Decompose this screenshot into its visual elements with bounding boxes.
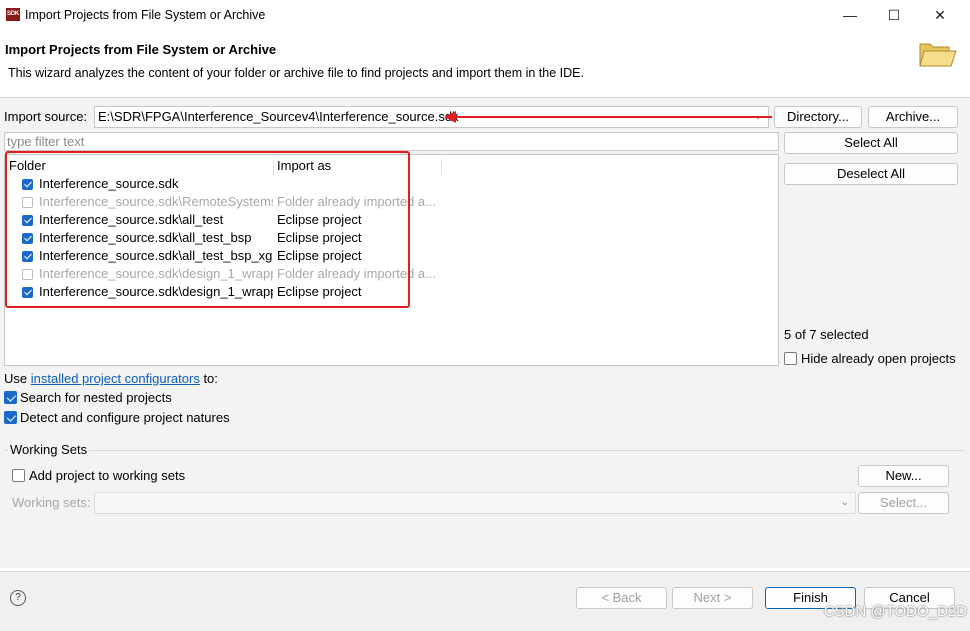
back-button[interactable]: < Back	[576, 587, 667, 609]
watermark: CSDN @TODO_D2D	[823, 603, 967, 620]
open-folder-icon	[919, 43, 957, 67]
close-button[interactable]: ✕	[918, 2, 962, 28]
finish-button-label: Finish	[793, 590, 828, 605]
filter-input[interactable]: type filter text	[4, 132, 779, 151]
new-working-set-button[interactable]: New...	[858, 465, 949, 487]
search-nested-option[interactable]: Search for nested projects	[4, 389, 304, 407]
detect-natures-checkbox[interactable]	[4, 411, 17, 424]
window-title: Import Projects from File System or Arch…	[25, 8, 266, 22]
configurators-suffix: to:	[199, 371, 218, 386]
new-working-set-label: New...	[885, 468, 922, 483]
help-icon[interactable]: ?	[10, 590, 26, 606]
hide-open-projects-label: Hide already open projects	[801, 351, 956, 366]
selection-status: 5 of 7 selected	[784, 327, 869, 342]
add-to-working-sets-label: Add project to working sets	[29, 468, 186, 483]
import-source-label: Import source:	[4, 109, 88, 124]
wizard-title: Import Projects from File System or Arch…	[5, 42, 277, 57]
app-icon: SDK	[6, 8, 20, 21]
detect-natures-label: Detect and configure project natures	[20, 410, 230, 425]
deselect-all-button[interactable]: Deselect All	[784, 163, 958, 185]
select-working-sets-label: Select...	[880, 495, 927, 510]
next-button[interactable]: Next >	[672, 587, 753, 609]
working-sets-group-label: Working Sets	[8, 442, 90, 457]
select-all-label: Select All	[844, 135, 898, 150]
installed-configurators-link[interactable]: installed project configurators	[31, 371, 200, 386]
chevron-down-icon[interactable]: ⌄	[841, 493, 849, 513]
column-divider	[441, 159, 442, 175]
deselect-all-label: Deselect All	[837, 166, 905, 181]
select-working-sets-button[interactable]: Select...	[858, 492, 949, 514]
search-nested-label: Search for nested projects	[20, 390, 172, 405]
working-sets-label: Working sets:	[12, 495, 91, 510]
next-button-label: Next >	[693, 590, 732, 605]
minimize-button[interactable]: —	[828, 2, 872, 28]
hide-open-projects-checkbox[interactable]	[784, 352, 797, 365]
hide-open-projects-option[interactable]: Hide already open projects	[784, 350, 964, 368]
add-to-working-sets-option[interactable]: Add project to working sets	[12, 467, 262, 485]
archive-button-label: Archive...	[885, 109, 941, 124]
detect-natures-option[interactable]: Detect and configure project natures	[4, 409, 304, 427]
configurators-prefix: Use	[4, 371, 31, 386]
maximize-button[interactable]: ☐	[872, 2, 916, 28]
import-source-value: E:\SDR\FPGA\Interference_Sourcev4\Interf…	[98, 109, 459, 124]
red-highlight-annotation	[5, 151, 410, 308]
back-button-label: < Back	[601, 590, 642, 605]
search-nested-checkbox[interactable]	[4, 391, 17, 404]
directory-button[interactable]: Directory...	[774, 106, 862, 128]
archive-button[interactable]: Archive...	[868, 106, 958, 128]
wizard-description: This wizard analyzes the content of your…	[8, 66, 584, 80]
directory-button-label: Directory...	[787, 109, 849, 124]
configurators-line: Use installed project configurators to:	[4, 371, 218, 386]
red-arrow-annotation	[444, 111, 772, 123]
select-all-button[interactable]: Select All	[784, 132, 958, 154]
working-sets-combo[interactable]: ⌄	[94, 492, 856, 514]
add-to-working-sets-checkbox[interactable]	[12, 469, 25, 482]
